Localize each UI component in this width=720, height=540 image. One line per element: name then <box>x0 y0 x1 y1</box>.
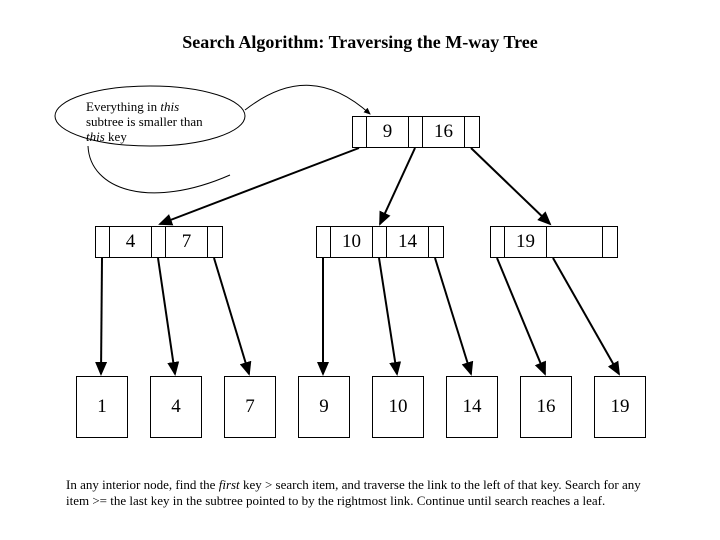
footer-a: In any interior node, find the <box>66 477 219 492</box>
midR-ptr-0 <box>491 227 505 257</box>
midC-ptr-1 <box>373 227 387 257</box>
page-title: Search Algorithm: Traversing the M-way T… <box>0 32 720 53</box>
leaf-6: 16 <box>520 376 572 438</box>
root-ptr-1 <box>409 117 423 147</box>
leaf-0: 1 <box>76 376 128 438</box>
footer-b: first <box>219 477 240 492</box>
leaf-3: 9 <box>298 376 350 438</box>
anno-l1a: Everything in <box>86 99 160 114</box>
leaf-2: 7 <box>224 376 276 438</box>
anno-l3a: this <box>86 129 105 144</box>
root-ptr-2 <box>465 117 479 147</box>
leaf-7: 19 <box>594 376 646 438</box>
midL-ptr-2 <box>208 227 222 257</box>
anno-l3b: key <box>105 129 127 144</box>
midL-ptr-1 <box>152 227 166 257</box>
arrows-overlay <box>0 0 720 540</box>
midC-key-1: 14 <box>387 227 429 257</box>
mid-node-left: 4 7 <box>95 226 223 258</box>
midC-ptr-0 <box>317 227 331 257</box>
mid-node-center: 10 14 <box>316 226 444 258</box>
subtree-annotation: Everything in this subtree is smaller th… <box>86 100 236 145</box>
root-node: 9 16 <box>352 116 480 148</box>
midL-key-0: 4 <box>110 227 152 257</box>
root-ptr-0 <box>353 117 367 147</box>
footer-text: In any interior node, find the first key… <box>66 477 666 508</box>
midC-ptr-2 <box>429 227 443 257</box>
midR-key-0: 19 <box>505 227 547 257</box>
leaf-5: 14 <box>446 376 498 438</box>
midL-ptr-0 <box>96 227 110 257</box>
midR-ptr-2 <box>603 227 617 257</box>
mid-node-right: 19 <box>490 226 618 258</box>
root-key-0: 9 <box>367 117 409 147</box>
root-key-1: 16 <box>423 117 465 147</box>
leaf-4: 10 <box>372 376 424 438</box>
anno-l1b: this <box>160 99 179 114</box>
midC-key-0: 10 <box>331 227 373 257</box>
midL-key-1: 7 <box>166 227 208 257</box>
anno-l2: subtree is smaller than <box>86 114 203 129</box>
midR-ptr-1 <box>547 227 603 257</box>
leaf-1: 4 <box>150 376 202 438</box>
